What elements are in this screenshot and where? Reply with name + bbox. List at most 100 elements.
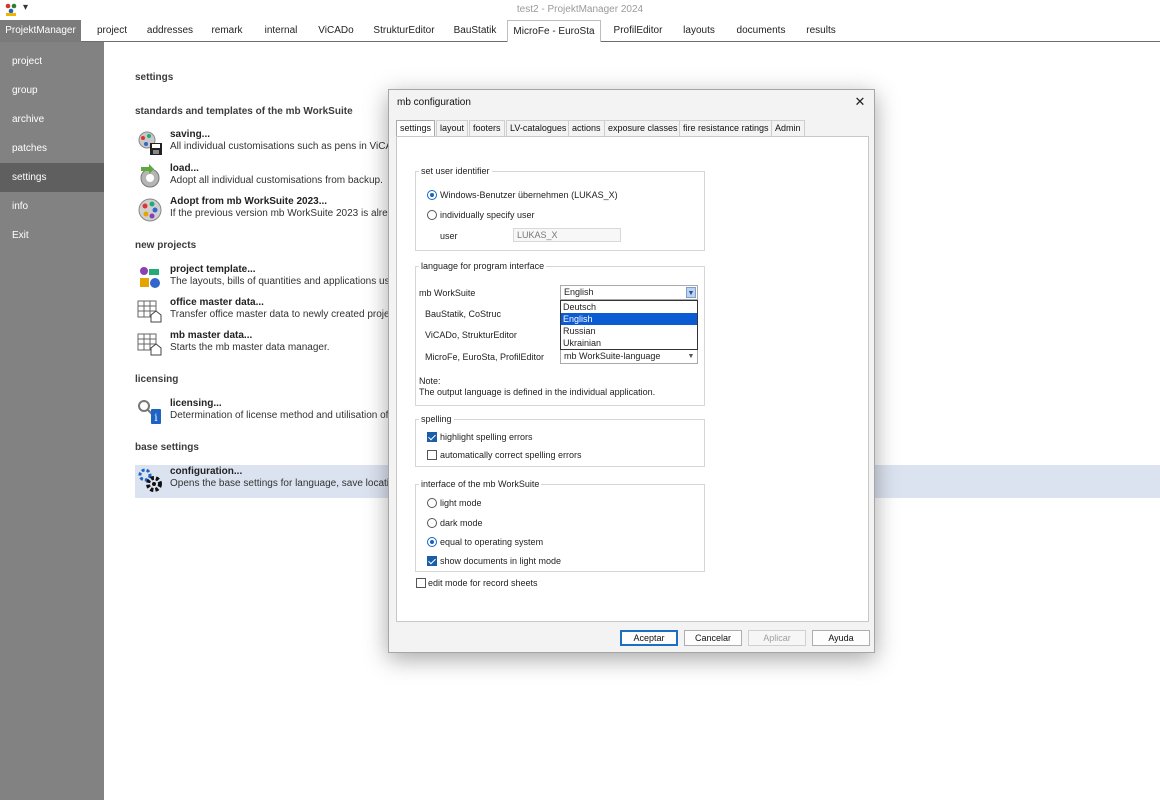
- show-docs-light-label: show documents in light mode: [440, 556, 562, 566]
- microfe-language-label: MicroFe, EuroSta, ProfilEditor: [425, 352, 545, 362]
- dropdown-option-deutsch[interactable]: Deutsch: [561, 301, 697, 313]
- entry-title: office master data...: [170, 297, 264, 308]
- configuration-gears-icon: [138, 468, 162, 492]
- mb-configuration-dialog: mb configuration ✕ settings layout foote…: [388, 89, 875, 653]
- dropdown-option-russian[interactable]: Russian: [561, 325, 697, 337]
- light-mode-radio[interactable]: [427, 498, 437, 508]
- title-bar: ▾ test2 - ProjektManager 2024: [0, 0, 1160, 20]
- sidebar-item-settings[interactable]: settings: [0, 163, 104, 192]
- dropdown-option-ukrainian[interactable]: Ukrainian: [561, 337, 697, 349]
- tab-lv-catalogues[interactable]: LV-catalogues: [506, 120, 571, 136]
- apply-button[interactable]: Aplicar: [748, 630, 806, 646]
- sidebar-item-info[interactable]: info: [0, 192, 104, 221]
- tab-profileditor[interactable]: ProfilEditor: [607, 20, 669, 42]
- tab-addresses[interactable]: addresses: [142, 20, 198, 42]
- entry-title: project template...: [170, 264, 256, 275]
- close-icon[interactable]: ✕: [852, 94, 868, 110]
- individual-user-radio[interactable]: [427, 210, 437, 220]
- help-button[interactable]: Ayuda: [812, 630, 870, 646]
- tab-results[interactable]: results: [799, 20, 843, 42]
- section-licensing-heading: licensing: [135, 374, 179, 385]
- entry-description: All individual customisations such as pe…: [170, 141, 405, 152]
- selected-value: mb WorkSuite-language: [564, 351, 661, 361]
- tab-documents[interactable]: documents: [729, 20, 793, 42]
- window-title: test2 - ProjektManager 2024: [516, 4, 644, 15]
- sidebar-item-exit[interactable]: Exit: [0, 221, 104, 250]
- dark-mode-radio[interactable]: [427, 518, 437, 528]
- entry-title: mb master data...: [170, 330, 253, 341]
- worksuite-language-label: mb WorkSuite: [419, 288, 476, 298]
- light-mode-label: light mode: [440, 498, 482, 508]
- tab-exposure-classes[interactable]: exposure classes: [604, 120, 682, 136]
- tab-admin[interactable]: Admin: [771, 120, 805, 136]
- language-dropdown-list: Deutsch English Russian Ukrainian: [560, 300, 698, 350]
- user-label: user: [440, 231, 458, 241]
- ok-button[interactable]: Aceptar: [620, 630, 678, 646]
- group-label: language for program interface: [419, 261, 547, 271]
- page-title: settings: [135, 72, 174, 83]
- ribbon-tabs: ProjektManager project addresses remark …: [0, 20, 1160, 42]
- user-field[interactable]: LUKAS_X: [513, 228, 621, 242]
- adopt-palette-icon: [138, 198, 162, 222]
- entry-description: Determination of license method and util…: [170, 410, 396, 421]
- section-standards-heading: standards and templates of the mb WorkSu…: [135, 106, 353, 117]
- autocorrect-spelling-checkbox[interactable]: [427, 450, 437, 460]
- load-gear-icon: [140, 164, 160, 188]
- entry-title: saving...: [170, 129, 211, 140]
- svg-text:i: i: [154, 413, 157, 424]
- individual-user-label: individually specify user: [440, 210, 535, 220]
- settings-panel: set user identifier Windows-Benutzer übe…: [396, 136, 869, 622]
- tab-actions[interactable]: actions: [568, 120, 605, 136]
- tab-settings[interactable]: settings: [396, 120, 436, 137]
- office-master-data-icon: [137, 300, 162, 323]
- chevron-down-icon[interactable]: ▼: [686, 351, 696, 362]
- sidebar-item-group[interactable]: group: [0, 76, 104, 105]
- section-new-projects-heading: new projects: [135, 240, 197, 251]
- chevron-down-icon[interactable]: ▼: [686, 287, 696, 298]
- highlight-spelling-label: highlight spelling errors: [440, 432, 533, 442]
- tab-internal[interactable]: internal: [256, 20, 306, 42]
- tab-struktureditor[interactable]: StrukturEditor: [366, 20, 442, 42]
- edit-mode-label: edit mode for record sheets: [428, 578, 538, 588]
- language-group: language for program interface mb WorkSu…: [415, 261, 705, 406]
- save-disk-icon: [138, 131, 162, 155]
- group-label: set user identifier: [419, 166, 492, 176]
- tab-vicado[interactable]: ViCADo: [312, 20, 360, 42]
- sidebar-item-patches[interactable]: patches: [0, 134, 104, 163]
- dropdown-option-english[interactable]: English: [561, 313, 697, 325]
- interface-group: interface of the mb WorkSuite light mode…: [415, 479, 705, 572]
- tab-remark[interactable]: remark: [204, 20, 250, 42]
- windows-user-label: Windows-Benutzer übernehmen (LUKAS_X): [440, 190, 618, 200]
- highlight-spelling-checkbox[interactable]: [427, 432, 437, 442]
- show-docs-light-checkbox[interactable]: [427, 556, 437, 566]
- microfe-language-select[interactable]: mb WorkSuite-language ▼: [560, 349, 698, 364]
- sidebar-item-archive[interactable]: archive: [0, 105, 104, 134]
- cancel-button[interactable]: Cancelar: [684, 630, 742, 646]
- license-key-icon: i: [138, 400, 161, 424]
- entry-description: Transfer office master data to newly cre…: [170, 309, 406, 320]
- tab-layouts[interactable]: layouts: [675, 20, 723, 42]
- tab-project[interactable]: project: [88, 20, 136, 42]
- tab-layout[interactable]: layout: [436, 120, 469, 136]
- tab-microfe-eurosta[interactable]: MicroFe - EuroSta: [507, 20, 601, 42]
- tab-footers[interactable]: footers: [469, 120, 505, 136]
- sidebar-item-project[interactable]: project: [0, 47, 104, 76]
- entry-description: Starts the mb master data manager.: [170, 342, 330, 353]
- project-template-icon: [140, 267, 160, 288]
- tab-baustatik[interactable]: BauStatik: [448, 20, 502, 42]
- baustatik-language-label: BauStatik, CoStruc: [425, 309, 502, 319]
- system-mode-radio[interactable]: [427, 537, 437, 547]
- note-text: The output language is defined in the in…: [419, 387, 656, 397]
- sidebar: project group archive patches settings i…: [0, 42, 104, 800]
- tab-fire-resistance-ratings[interactable]: fire resistance ratings: [679, 120, 773, 136]
- edit-mode-checkbox[interactable]: [416, 578, 426, 588]
- windows-user-radio[interactable]: [427, 190, 437, 200]
- mb-master-data-icon: [137, 333, 162, 356]
- group-label: interface of the mb WorkSuite: [419, 479, 542, 489]
- system-mode-label: equal to operating system: [440, 537, 544, 547]
- section-base-settings-heading: base settings: [135, 442, 199, 453]
- selected-value: English: [564, 287, 594, 297]
- entry-description: The layouts, bills of quantities and app…: [170, 276, 401, 287]
- tab-projektmanager[interactable]: ProjektManager: [0, 20, 81, 42]
- worksuite-language-select[interactable]: English ▼: [560, 285, 698, 300]
